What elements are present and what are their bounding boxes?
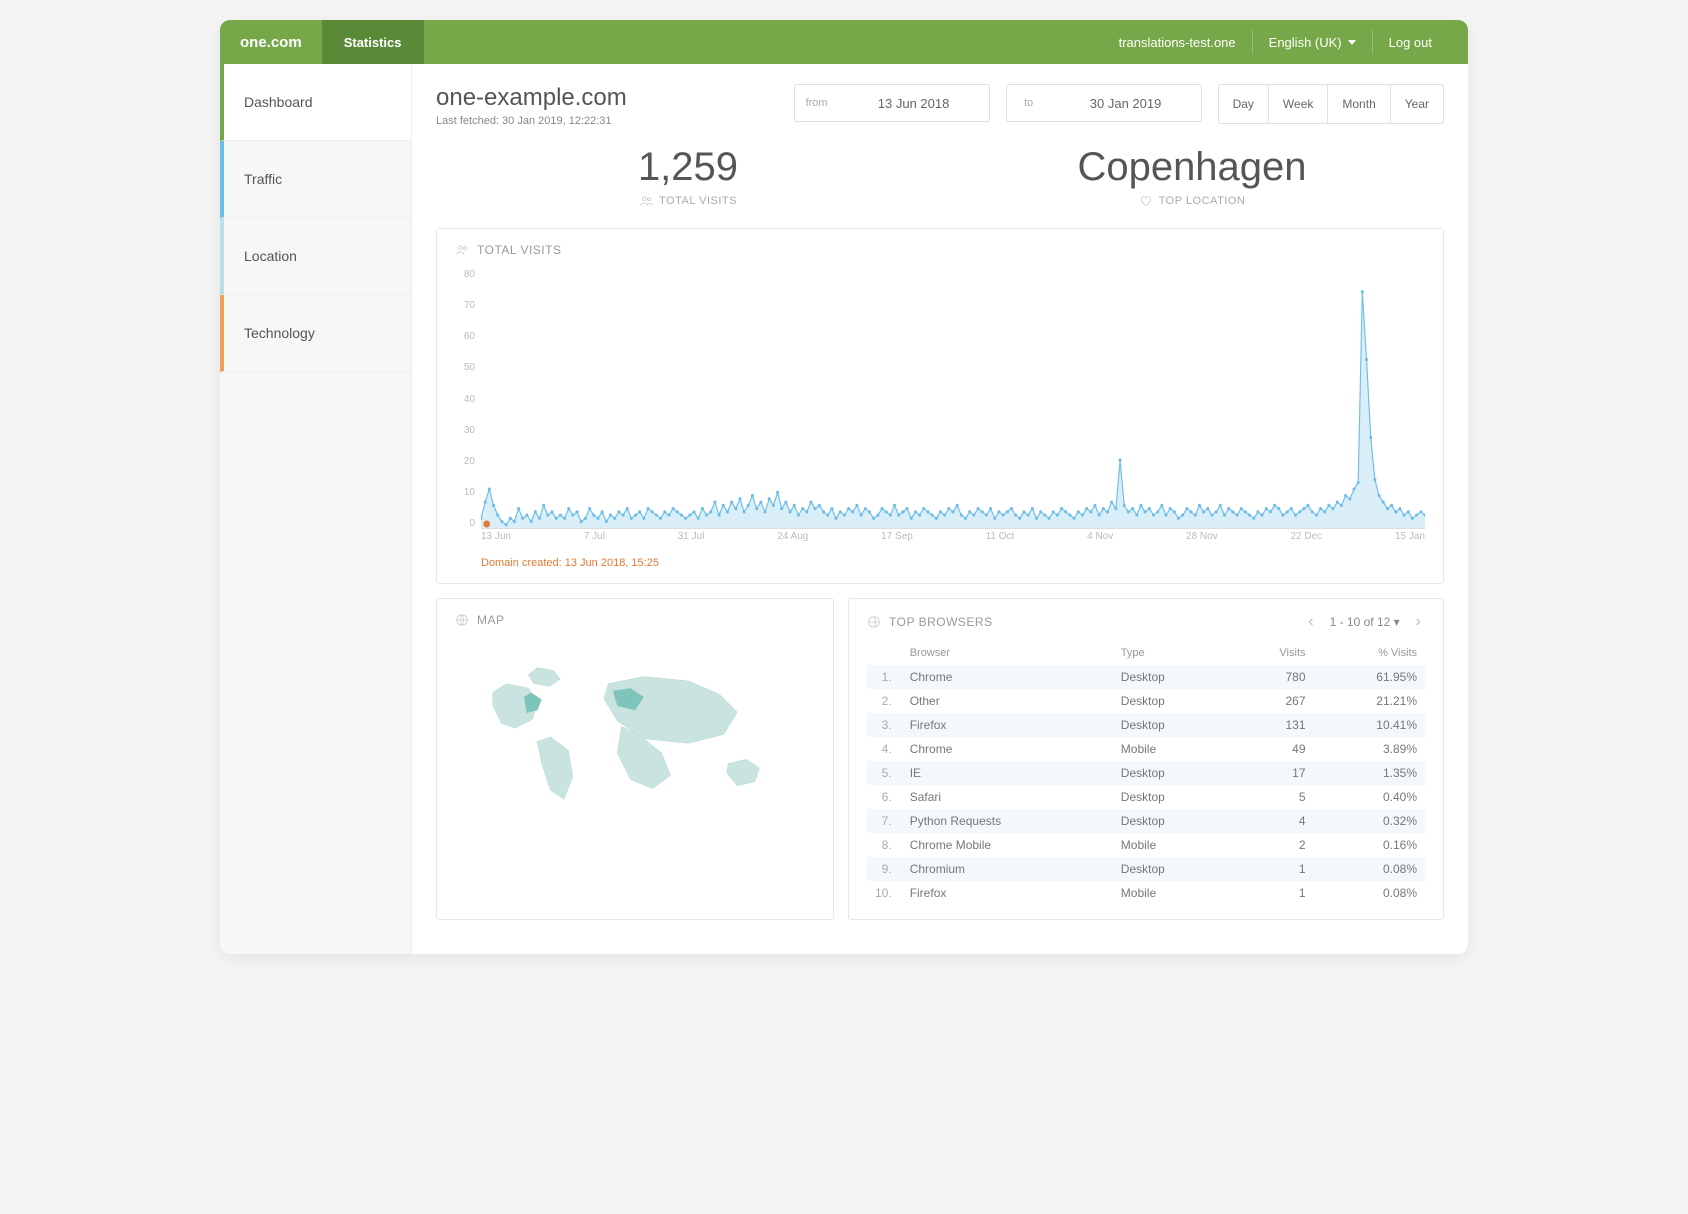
top-location-value: Copenhagen [940, 145, 1444, 190]
date-to[interactable]: to 30 Jan 2019 [1006, 84, 1202, 122]
col-visits: Visits [1231, 641, 1314, 665]
sidebar-item-technology[interactable]: Technology [220, 295, 411, 372]
col-browser: Browser [902, 641, 1113, 665]
top-location-label: TOP LOCATION [940, 194, 1444, 208]
map-title: MAP [477, 613, 505, 627]
col-visits: % Visits [1314, 641, 1425, 665]
total-visits-chart-card: TOTAL VISITS 80706050403020100 13 Jun7 J… [436, 228, 1444, 584]
top-bar: one.com Statistics translations-test.one… [220, 20, 1468, 64]
users-icon [455, 243, 469, 257]
domain-created-note: Domain created: 13 Jun 2018, 15:25 [481, 557, 1425, 569]
top-browsers-card: TOP BROWSERS ‹ 1 - 10 of 12 ▾ › BrowserT… [848, 598, 1444, 920]
table-row[interactable]: 7.Python RequestsDesktop40.32% [867, 809, 1425, 833]
table-row[interactable]: 10.FirefoxMobile10.08% [867, 881, 1425, 905]
period-month[interactable]: Month [1327, 85, 1389, 123]
logout-link[interactable]: Log out [1372, 30, 1448, 54]
language-selector[interactable]: English (UK) [1252, 30, 1372, 54]
period-year[interactable]: Year [1390, 85, 1443, 123]
table-row[interactable]: 9.ChromiumDesktop10.08% [867, 857, 1425, 881]
sidebar: DashboardTrafficLocationTechnology [220, 64, 412, 954]
pager-prev[interactable]: ‹ [1304, 613, 1317, 631]
period-selector: DayWeekMonthYear [1218, 84, 1444, 124]
browsers-title: TOP BROWSERS [889, 615, 993, 629]
chart-title: TOTAL VISITS [477, 243, 561, 257]
main-content: one-example.com Last fetched: 30 Jan 201… [412, 64, 1468, 954]
section-title[interactable]: Statistics [322, 20, 424, 64]
date-from[interactable]: from 13 Jun 2018 [794, 84, 990, 122]
page-title: one-example.com [436, 84, 627, 112]
sidebar-item-location[interactable]: Location [220, 218, 411, 295]
table-row[interactable]: 8.Chrome MobileMobile20.16% [867, 833, 1425, 857]
pager-range[interactable]: 1 - 10 of 12 ▾ [1330, 615, 1400, 629]
period-day[interactable]: Day [1219, 85, 1268, 123]
pager-next[interactable]: › [1412, 613, 1425, 631]
total-visits-value: 1,259 [436, 145, 940, 190]
table-row[interactable]: 5.IEDesktop171.35% [867, 761, 1425, 785]
total-visits-label: TOTAL VISITS [436, 194, 940, 208]
visits-line-chart[interactable] [481, 269, 1425, 529]
globe-icon [455, 613, 469, 627]
chevron-down-icon [1348, 40, 1356, 45]
col-type: Type [1113, 641, 1231, 665]
sidebar-item-dashboard[interactable]: Dashboard [220, 64, 411, 141]
period-week[interactable]: Week [1268, 85, 1327, 123]
heart-icon [1139, 194, 1153, 208]
table-row[interactable]: 2.OtherDesktop26721.21% [867, 689, 1425, 713]
brand-logo[interactable]: one.com [220, 34, 322, 51]
globe-icon [867, 615, 881, 629]
browsers-table: BrowserTypeVisits% Visits 1.ChromeDeskto… [867, 641, 1425, 905]
world-map[interactable] [455, 637, 815, 837]
sidebar-item-traffic[interactable]: Traffic [220, 141, 411, 218]
map-card: MAP [436, 598, 834, 920]
account-link[interactable]: translations-test.one [1103, 30, 1252, 54]
table-row[interactable]: 4.ChromeMobile493.89% [867, 737, 1425, 761]
table-row[interactable]: 3.FirefoxDesktop13110.41% [867, 713, 1425, 737]
users-icon [639, 194, 653, 208]
table-row[interactable]: 6.SafariDesktop50.40% [867, 785, 1425, 809]
table-row[interactable]: 1.ChromeDesktop78061.95% [867, 665, 1425, 689]
page-subtitle: Last fetched: 30 Jan 2019, 12:22:31 [436, 115, 627, 127]
